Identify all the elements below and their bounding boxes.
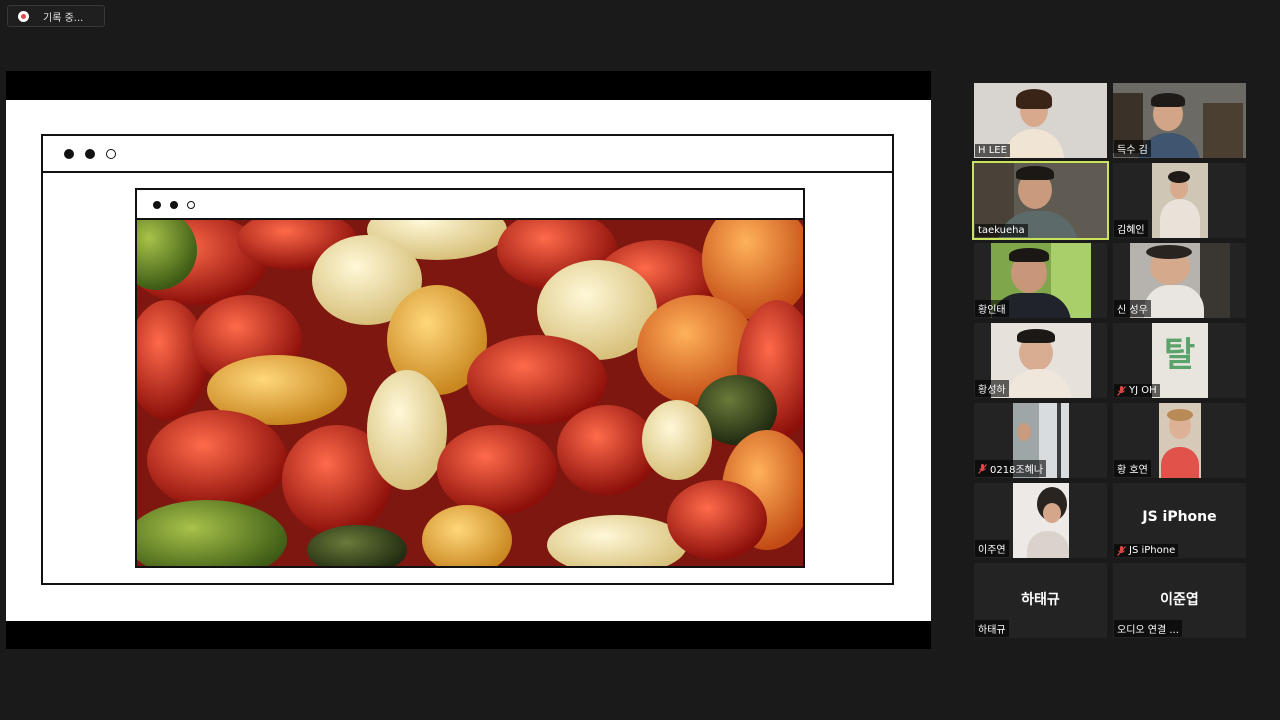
inner-window-graphic [135, 188, 805, 568]
participant-name: 황인태 [975, 300, 1009, 317]
participant-tile[interactable]: 이주연 [974, 483, 1107, 558]
participant-name: 득수 김 [1114, 140, 1151, 157]
dot-icon [64, 149, 74, 159]
microphone-muted-icon [1117, 545, 1126, 556]
participant-video [1158, 403, 1201, 478]
participant-name: 황성하 [975, 380, 1009, 397]
participant-tile[interactable]: 득수 김 [1113, 83, 1246, 158]
hollow-dot-icon [106, 149, 116, 159]
record-icon [18, 10, 29, 22]
participant-tile[interactable]: 황 호연 [1113, 403, 1246, 478]
participant-tile[interactable]: 탈 YJ OH [1113, 323, 1246, 398]
dot-icon [153, 201, 161, 209]
participant-tile[interactable]: H LEE [974, 83, 1107, 158]
participant-display-name: 이준엽 [1160, 592, 1199, 608]
video-text: 탈 [1163, 335, 1196, 375]
participant-name: 하태규 [975, 620, 1009, 637]
inner-window-titlebar [137, 190, 803, 220]
participant-name: 오디오 연결 ... [1114, 620, 1182, 637]
participant-tile[interactable]: 황성하 [974, 323, 1107, 398]
participant-tile-active-speaker[interactable]: taekueha [972, 161, 1109, 240]
participant-name: 이주연 [975, 540, 1009, 557]
hollow-dot-icon [187, 201, 195, 209]
dot-icon [85, 149, 95, 159]
participant-name: H LEE [975, 144, 1010, 157]
outer-window-dots [64, 149, 116, 159]
participant-name: YJ OH [1114, 384, 1160, 397]
presentation-slide [6, 100, 931, 621]
participant-tile[interactable]: 이준엽 오디오 연결 ... [1113, 563, 1246, 638]
microphone-muted-icon [978, 463, 987, 474]
participant-name: 황 호연 [1114, 460, 1151, 477]
participant-name: 신 성우 [1114, 300, 1151, 317]
outer-window-titlebar [43, 136, 892, 173]
recording-indicator[interactable]: 기록 중... [7, 5, 105, 27]
participant-tile[interactable]: 황인태 [974, 243, 1107, 318]
participant-tile[interactable]: 하태규 하태규 [974, 563, 1107, 638]
recording-label: 기록 중... [43, 12, 84, 24]
participant-tile[interactable]: 신 성우 [1113, 243, 1246, 318]
participant-video [1151, 163, 1208, 238]
participant-name: taekueha [975, 224, 1028, 237]
participant-name: 김혜인 [1114, 220, 1148, 237]
participant-tile[interactable]: JS iPhone JS iPhone [1113, 483, 1246, 558]
participant-name: JS iPhone [1114, 544, 1179, 557]
dot-icon [170, 201, 178, 209]
participant-display-name: 하태규 [1021, 592, 1060, 608]
participant-video: 탈 [1151, 323, 1208, 398]
gummy-bears-photo [137, 220, 803, 566]
outer-window-graphic [41, 134, 894, 585]
participant-tile[interactable]: 0218조혜나 [974, 403, 1107, 478]
microphone-muted-icon [1117, 385, 1126, 396]
participant-video [1012, 483, 1069, 558]
participant-name: 0218조혜나 [975, 460, 1047, 477]
participant-display-name: JS iPhone [1142, 509, 1217, 525]
participant-tile[interactable]: 김혜인 [1113, 163, 1246, 238]
shared-screen [6, 71, 931, 649]
inner-window-dots [153, 201, 195, 209]
